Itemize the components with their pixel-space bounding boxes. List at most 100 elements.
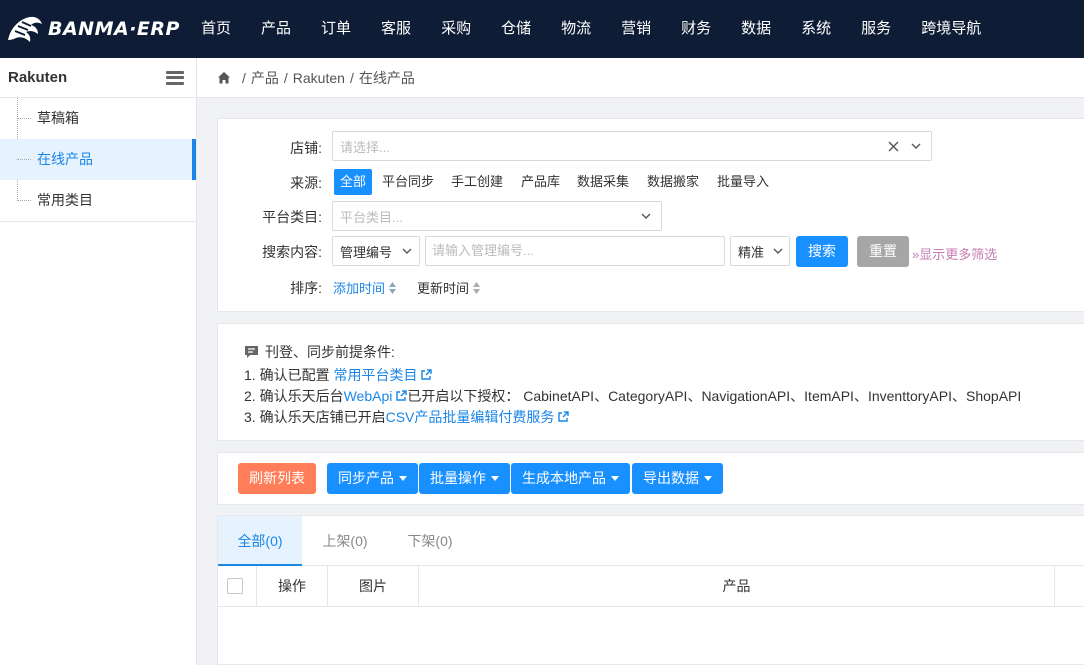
nav-purchase[interactable]: 采购: [426, 0, 486, 58]
reset-button[interactable]: 重置: [857, 236, 909, 267]
webapi-link[interactable]: WebApi: [344, 388, 393, 404]
external-link-icon[interactable]: [557, 411, 570, 423]
notice-line-2: 2. 确认乐天后台WebApi 已开启以下授权： CabinetAPI、Categ…: [244, 386, 1021, 406]
notice-line-2-suffix: 已开启以下授权：: [407, 388, 520, 404]
external-link-icon[interactable]: [395, 390, 408, 402]
csv-service-link[interactable]: CSV产品批量编辑付费服务: [386, 409, 555, 425]
match-mode-value: 精准: [738, 244, 765, 260]
notice-title-row: 刊登、同步前提条件:: [244, 342, 395, 362]
status-tabs: 全部(0) 上架(0) 下架(0): [218, 516, 1084, 566]
clear-icon[interactable]: [888, 141, 899, 152]
match-mode-select[interactable]: 精准: [730, 236, 790, 266]
column-product: 产品: [419, 566, 1055, 606]
generate-local-products-label: 生成本地产品: [522, 470, 606, 486]
batch-operations-button[interactable]: 批量操作: [419, 463, 510, 494]
sync-products-button[interactable]: 同步产品: [327, 463, 418, 494]
logo-text: BANMA·ERP: [48, 18, 180, 40]
nav-logistics[interactable]: 物流: [546, 0, 606, 58]
sidebar: Rakuten 草稿箱 在线产品 常用类目: [0, 58, 197, 665]
select-all-checkbox[interactable]: [227, 578, 243, 594]
caret-down-icon: [611, 476, 619, 481]
home-icon[interactable]: [217, 71, 231, 85]
shop-select[interactable]: 请选择...: [332, 131, 932, 161]
breadcrumb-rakuten[interactable]: Rakuten: [293, 70, 345, 86]
sort-updated-text: 更新时间: [417, 281, 470, 296]
source-label: 来源:: [290, 175, 322, 191]
tab-listed[interactable]: 上架(0): [307, 516, 383, 566]
sort-arrows-icon: [389, 281, 397, 294]
search-input[interactable]: 请输入管理编号...: [425, 236, 725, 266]
sidebar-item-drafts[interactable]: 草稿箱: [0, 98, 196, 139]
product-list: 全部(0) 上架(0) 下架(0) 操作 图片 产品: [217, 515, 1084, 665]
breadcrumb-products[interactable]: 产品: [251, 68, 279, 88]
generate-local-products-button[interactable]: 生成本地产品: [511, 463, 630, 494]
nav-system[interactable]: 系统: [786, 0, 846, 58]
shop-select-placeholder: 请选择...: [340, 139, 390, 155]
source-tag-migration[interactable]: 数据搬家: [641, 169, 705, 195]
nav-warehouse[interactable]: 仓储: [486, 0, 546, 58]
nav-home[interactable]: 首页: [186, 0, 246, 58]
breadcrumb-separator: /: [283, 69, 288, 86]
prerequisite-notice: 刊登、同步前提条件: 1. 确认已配置 常用平台类目 2. 确认乐天后台WebA…: [217, 323, 1084, 441]
top-navbar: BANMA·ERP 首页 产品 订单 客服 采购 仓储 物流 营销 财务 数据 …: [0, 0, 1084, 58]
common-category-link[interactable]: 常用平台类目: [333, 367, 417, 383]
source-tag-platform-sync[interactable]: 平台同步: [376, 169, 440, 195]
column-image: 图片: [328, 566, 419, 606]
notice-line-3: 3. 确认乐天店铺已开启CSV产品批量编辑付费服务: [244, 407, 570, 427]
logo[interactable]: BANMA·ERP: [0, 0, 186, 58]
caret-down-icon: [704, 476, 712, 481]
filter-panel: 店铺: 请选择... 来源: 全部 平台同步 手工创建 产品库 数据采集 数据搬…: [217, 118, 1084, 312]
tab-unlisted[interactable]: 下架(0): [392, 516, 468, 566]
caret-down-icon: [491, 476, 499, 481]
refresh-list-button[interactable]: 刷新列表: [238, 463, 316, 494]
caret-down-icon: [399, 476, 407, 481]
notice-line-1: 1. 确认已配置 常用平台类目: [244, 365, 433, 385]
source-tag-library[interactable]: 产品库: [515, 169, 566, 195]
category-select[interactable]: 平台类目...: [332, 201, 662, 231]
nav-marketing[interactable]: 营销: [606, 0, 666, 58]
chevron-down-icon[interactable]: [402, 246, 412, 256]
nav-cross-border[interactable]: 跨境导航: [906, 0, 996, 58]
search-button[interactable]: 搜索: [796, 236, 848, 267]
tab-all[interactable]: 全部(0): [218, 516, 302, 566]
chevron-down-icon[interactable]: [641, 211, 651, 221]
menu-toggle-icon[interactable]: [166, 70, 184, 85]
nav-data[interactable]: 数据: [726, 0, 786, 58]
search-field-select[interactable]: 管理编号: [332, 236, 420, 266]
sort-by-updated-time[interactable]: 更新时间: [417, 278, 481, 297]
external-link-icon[interactable]: [420, 369, 433, 381]
notice-line-1-text: 1. 确认已配置: [244, 367, 330, 383]
export-data-button[interactable]: 导出数据: [632, 463, 723, 494]
breadcrumb: / 产品 / Rakuten / 在线产品: [197, 58, 1084, 98]
nav-finance[interactable]: 财务: [666, 0, 726, 58]
more-filters-text: 显示更多筛选: [919, 247, 998, 262]
chevron-down-icon[interactable]: [773, 246, 783, 256]
nav-products[interactable]: 产品: [246, 0, 306, 58]
chevron-down-icon[interactable]: [911, 141, 921, 151]
sidebar-header: Rakuten: [0, 58, 196, 98]
source-tag-manual[interactable]: 手工创建: [445, 169, 509, 195]
shop-label: 店铺:: [290, 140, 322, 156]
column-actions: 操作: [257, 566, 328, 606]
sidebar-item-online-products[interactable]: 在线产品: [0, 139, 196, 180]
category-placeholder: 平台类目...: [340, 209, 403, 225]
nav-customer-service[interactable]: 客服: [366, 0, 426, 58]
breadcrumb-current: 在线产品: [358, 69, 415, 86]
export-data-label: 导出数据: [643, 470, 699, 486]
notice-line-2-text: 2. 确认乐天后台: [244, 388, 344, 404]
sort-added-text: 添加时间: [333, 281, 386, 296]
zebra-logo-icon: [8, 16, 42, 42]
source-tag-collection[interactable]: 数据采集: [571, 169, 635, 195]
source-tag-all[interactable]: 全部: [334, 169, 373, 195]
sort-by-added-time[interactable]: 添加时间: [333, 278, 397, 297]
more-filters-link[interactable]: »显示更多筛选: [912, 244, 997, 263]
sort-arrows-icon: [473, 281, 481, 294]
table-header: 操作 图片 产品: [218, 566, 1084, 607]
source-tag-batch-import[interactable]: 批量导入: [711, 169, 775, 195]
api-list: CabinetAPI、CategoryAPI、NavigationAPI、Ite…: [523, 388, 1022, 404]
message-icon: [245, 346, 258, 358]
nav-orders[interactable]: 订单: [306, 0, 366, 58]
sidebar-item-common-categories[interactable]: 常用类目: [0, 180, 196, 221]
action-toolbar: 刷新列表 同步产品 批量操作 生成本地产品 导出数据: [217, 452, 1084, 505]
nav-service[interactable]: 服务: [846, 0, 906, 58]
